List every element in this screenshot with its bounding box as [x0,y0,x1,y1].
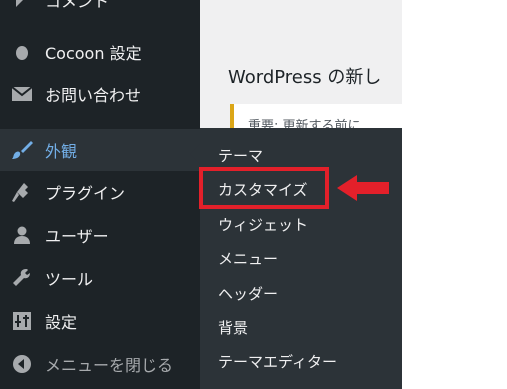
submenu-item-widgets[interactable]: ウィジェット [218,214,308,235]
sidebar-item-contact[interactable]: お問い合わせ [0,73,200,115]
admin-sidebar: コメント Cocoon 設定 お問い合わせ 外観 プラグイン ユーザー ツール … [0,0,200,389]
sidebar-item-tools[interactable]: ツール [0,257,200,299]
sidebar-item-label: メニューを閉じる [45,356,174,375]
right-area [402,0,507,389]
settings-icon [10,309,34,333]
sidebar-item-label: Cocoon 設定 [45,44,142,63]
submenu-item-themes[interactable]: テーマ [218,145,263,166]
submenu-pointer [190,144,200,164]
sidebar-item-appearance[interactable]: 外観 [0,129,200,171]
sidebar-item-comments[interactable]: コメント [0,0,200,21]
sidebar-item-settings[interactable]: 設定 [0,300,200,342]
page-heading: WordPress の新し [228,67,382,88]
collapse-arrow-icon [10,352,34,376]
plugin-icon [10,180,34,204]
user-icon [10,223,34,247]
sidebar-item-label: お問い合わせ [45,86,142,105]
sidebar-item-label: プラグイン [45,184,126,203]
red-arrow-icon [337,175,389,201]
sidebar-item-cocoon[interactable]: Cocoon 設定 [0,31,200,73]
paintbrush-icon [10,138,34,162]
sidebar-item-users[interactable]: ユーザー [0,214,200,256]
sidebar-item-plugins[interactable]: プラグイン [0,171,200,213]
sidebar-item-label: 外観 [45,142,78,161]
submenu-item-header[interactable]: ヘッダー [218,283,278,304]
wrench-icon [10,266,34,290]
sidebar-item-label: ユーザー [45,227,109,246]
sidebar-item-label: コメント [45,0,110,11]
submenu-item-customize[interactable]: カスタマイズ [218,179,308,200]
mail-icon [10,82,34,106]
submenu-item-theme-editor[interactable]: テーマエディター [218,351,337,372]
submenu-item-background[interactable]: 背景 [218,317,248,338]
circle-icon [10,40,34,64]
sidebar-item-label: ツール [45,270,94,289]
comment-icon [10,0,34,12]
collapse-menu-button[interactable]: メニューを閉じる [0,343,200,385]
submenu-item-menus[interactable]: メニュー [218,248,278,269]
sidebar-item-label: 設定 [45,313,78,332]
